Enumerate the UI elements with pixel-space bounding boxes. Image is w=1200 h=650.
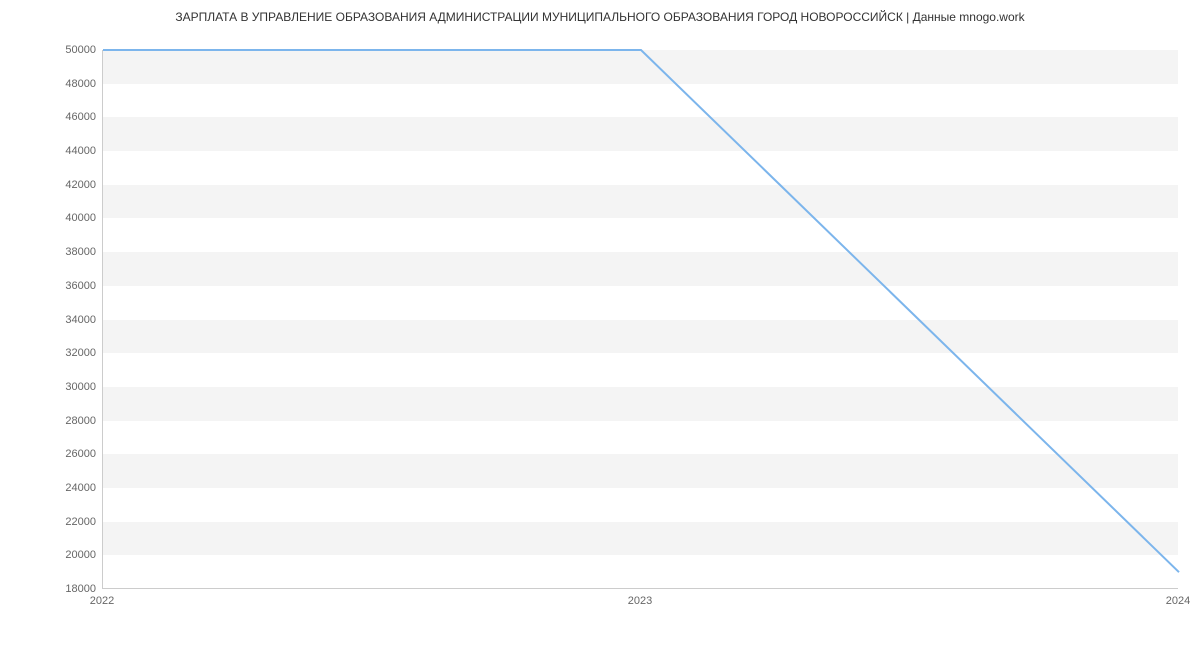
x-tick-label: 2022 xyxy=(90,595,114,607)
data-line xyxy=(103,50,1179,572)
y-tick-label: 30000 xyxy=(46,381,96,393)
plot-area xyxy=(102,50,1178,589)
y-tick-label: 26000 xyxy=(46,448,96,460)
y-tick-label: 20000 xyxy=(46,549,96,561)
y-tick-label: 48000 xyxy=(46,78,96,90)
y-tick-label: 28000 xyxy=(46,415,96,427)
y-tick-label: 22000 xyxy=(46,516,96,528)
chart-container: ЗАРПЛАТА В УПРАВЛЕНИЕ ОБРАЗОВАНИЯ АДМИНИ… xyxy=(0,0,1200,650)
y-tick-label: 36000 xyxy=(46,280,96,292)
chart-svg xyxy=(103,50,1178,588)
y-tick-label: 40000 xyxy=(46,212,96,224)
y-tick-label: 42000 xyxy=(46,179,96,191)
chart-title: ЗАРПЛАТА В УПРАВЛЕНИЕ ОБРАЗОВАНИЯ АДМИНИ… xyxy=(0,10,1200,24)
y-tick-label: 46000 xyxy=(46,111,96,123)
y-tick-label: 34000 xyxy=(46,314,96,326)
y-tick-label: 32000 xyxy=(46,347,96,359)
y-tick-label: 44000 xyxy=(46,145,96,157)
y-tick-label: 38000 xyxy=(46,246,96,258)
x-tick-label: 2023 xyxy=(628,595,652,607)
y-tick-label: 50000 xyxy=(46,44,96,56)
y-tick-label: 18000 xyxy=(46,583,96,595)
y-tick-label: 24000 xyxy=(46,482,96,494)
x-tick-label: 2024 xyxy=(1166,595,1190,607)
